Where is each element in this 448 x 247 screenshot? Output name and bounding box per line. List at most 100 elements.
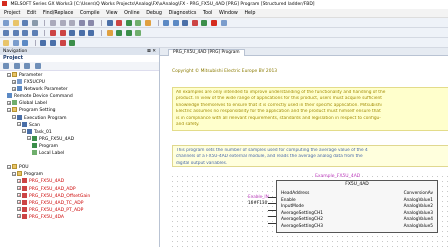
menu-edit[interactable]: Edit xyxy=(27,9,36,17)
stop-monitor-icon[interactable] xyxy=(144,20,151,26)
paste-icon[interactable] xyxy=(69,20,76,26)
tree-item[interactable]: + PRG_FX5U_4AD_PT_ADP xyxy=(0,206,159,214)
tree-expander-icon[interactable]: − xyxy=(12,171,16,176)
menu-find-replace[interactable]: Find/Replace xyxy=(43,9,73,17)
rebuild-icon[interactable] xyxy=(135,30,142,36)
tree-item[interactable]: + PRG_FX5U_4AD xyxy=(0,178,159,185)
tree-item[interactable]: Program xyxy=(0,142,159,150)
fb-input-variable[interactable]: 16#F130 xyxy=(248,200,267,205)
fb-output-pin[interactable]: AnalogValue4 xyxy=(404,217,433,224)
menu-project[interactable]: Project xyxy=(4,9,20,17)
expand-all-icon[interactable] xyxy=(13,63,20,69)
tree-expander-icon[interactable]: − xyxy=(12,115,16,120)
zoom-icon[interactable] xyxy=(163,20,170,26)
vline-icon[interactable] xyxy=(78,30,85,36)
tree-expander-icon[interactable]: + xyxy=(17,214,21,219)
tree-item[interactable] xyxy=(0,157,159,164)
tree-expander-icon[interactable]: + xyxy=(17,178,21,183)
fb-output-pin[interactable]: AnalogValue5 xyxy=(404,224,433,231)
tree-item[interactable]: − Task_01 xyxy=(0,128,159,136)
write-plc-icon[interactable] xyxy=(116,20,123,26)
step-icon[interactable] xyxy=(69,40,76,46)
menu-debug[interactable]: Debug xyxy=(146,9,162,17)
cut-icon[interactable] xyxy=(49,20,56,26)
delete-line-icon[interactable] xyxy=(88,30,95,36)
save-icon[interactable] xyxy=(22,20,29,26)
comment-icon[interactable] xyxy=(22,40,29,46)
tree-item[interactable]: − Program Setting xyxy=(0,107,159,114)
device-icon[interactable] xyxy=(182,20,189,26)
fb-input-variable[interactable]: Enable_IN xyxy=(248,194,269,199)
tree-item[interactable]: + FX5UCPU xyxy=(0,79,159,86)
tree-expander-icon[interactable]: + xyxy=(12,79,16,84)
pane-close-icon[interactable]: ⊠ ✕ xyxy=(147,48,156,55)
function-icon[interactable] xyxy=(31,30,38,36)
monitor-icon[interactable] xyxy=(135,20,142,26)
tree-item[interactable]: + PRG_FX5U_4AD_TC_ADP xyxy=(0,199,159,207)
collapse-all-icon[interactable] xyxy=(3,63,9,69)
fb-output-pin[interactable]: AnalogValue2 xyxy=(404,204,433,211)
contact-nc-icon[interactable] xyxy=(12,30,19,36)
tree-item[interactable]: + PRG_FX5U_4DA xyxy=(0,213,159,221)
run-icon[interactable] xyxy=(201,20,208,26)
tree-item[interactable]: + PRG_FX5U_4AD_OffsetGain xyxy=(0,192,159,200)
sort-icon[interactable] xyxy=(24,63,31,69)
tree-expander-icon[interactable]: + xyxy=(17,193,21,198)
label-icon[interactable] xyxy=(106,30,113,36)
verify-icon[interactable] xyxy=(125,20,132,26)
tree-expander-icon[interactable]: + xyxy=(17,207,21,212)
tree-item[interactable]: − Parameter xyxy=(0,72,159,79)
hline-icon[interactable] xyxy=(69,30,76,36)
tree-item[interactable]: + Global Label xyxy=(0,100,159,107)
folder-icon[interactable] xyxy=(3,40,9,46)
open-folder-icon[interactable] xyxy=(12,20,19,26)
fb-output-pin[interactable]: ConversionAv xyxy=(404,191,433,198)
tree-expander-icon[interactable]: + xyxy=(17,200,21,205)
tree-item[interactable]: Local Label xyxy=(0,150,159,157)
properties-icon[interactable] xyxy=(12,40,19,46)
debug-icon[interactable] xyxy=(191,20,198,26)
tree-item[interactable]: − PRG_FX5U_4AD xyxy=(0,135,159,143)
find-icon[interactable] xyxy=(172,20,179,26)
menu-diagnostics[interactable]: Diagnostics xyxy=(169,9,197,17)
tab-prg-fx5u-4ad[interactable]: PRG_FX5U_4AD [PRG] Program xyxy=(168,49,245,56)
tree-expander-icon[interactable]: − xyxy=(27,136,31,141)
fb-input-pin[interactable]: AverageSettingCH2 xyxy=(281,217,323,224)
tree-item[interactable]: + Network Parameter xyxy=(0,86,159,93)
alarm-icon[interactable] xyxy=(211,20,218,26)
menu-help[interactable]: Help xyxy=(244,9,255,17)
tree-item[interactable]: Remote Device Command xyxy=(0,93,159,100)
rising-edge-icon[interactable] xyxy=(49,30,56,36)
breakpoint-icon[interactable] xyxy=(59,40,66,46)
tree-expander-icon[interactable]: − xyxy=(17,122,21,127)
align-icon[interactable] xyxy=(49,40,56,46)
tree-item[interactable]: − POU xyxy=(0,164,159,171)
tree-expander-icon[interactable]: + xyxy=(17,186,21,190)
menu-window[interactable]: Window xyxy=(219,9,238,17)
tree-item[interactable]: − Program xyxy=(0,171,159,178)
falling-edge-icon[interactable] xyxy=(59,30,66,36)
redo-icon[interactable] xyxy=(88,20,95,26)
coil-icon[interactable] xyxy=(22,30,29,36)
filter-icon[interactable] xyxy=(34,63,41,69)
tree-expander-icon[interactable]: − xyxy=(22,129,26,134)
grid-icon[interactable] xyxy=(40,40,47,46)
read-plc-icon[interactable] xyxy=(106,20,113,26)
print-icon[interactable] xyxy=(31,20,38,26)
tree-expander-icon[interactable]: − xyxy=(7,164,11,169)
tree-expander-icon[interactable]: − xyxy=(7,72,11,77)
menu-compile[interactable]: Compile xyxy=(80,9,100,17)
menu-view[interactable]: View xyxy=(106,9,117,17)
undo-icon[interactable] xyxy=(78,20,85,26)
tree-expander-icon[interactable]: − xyxy=(7,107,11,112)
tree-item[interactable]: + PRG_FX5U_4AD_ADP xyxy=(0,185,159,193)
tree-expander-icon[interactable]: + xyxy=(7,100,11,105)
tree-item[interactable]: − Execution Program xyxy=(0,114,159,122)
copy-icon[interactable] xyxy=(59,20,66,26)
tree-expander-icon[interactable]: + xyxy=(12,86,16,91)
menu-tool[interactable]: Tool xyxy=(203,9,212,17)
compile-icon[interactable] xyxy=(125,30,132,36)
function-block[interactable]: FX5U_4AD HeadAddress Enable InputMode Avera… xyxy=(276,180,438,233)
new-file-icon[interactable] xyxy=(3,20,9,26)
contact-no-icon[interactable] xyxy=(3,30,9,36)
